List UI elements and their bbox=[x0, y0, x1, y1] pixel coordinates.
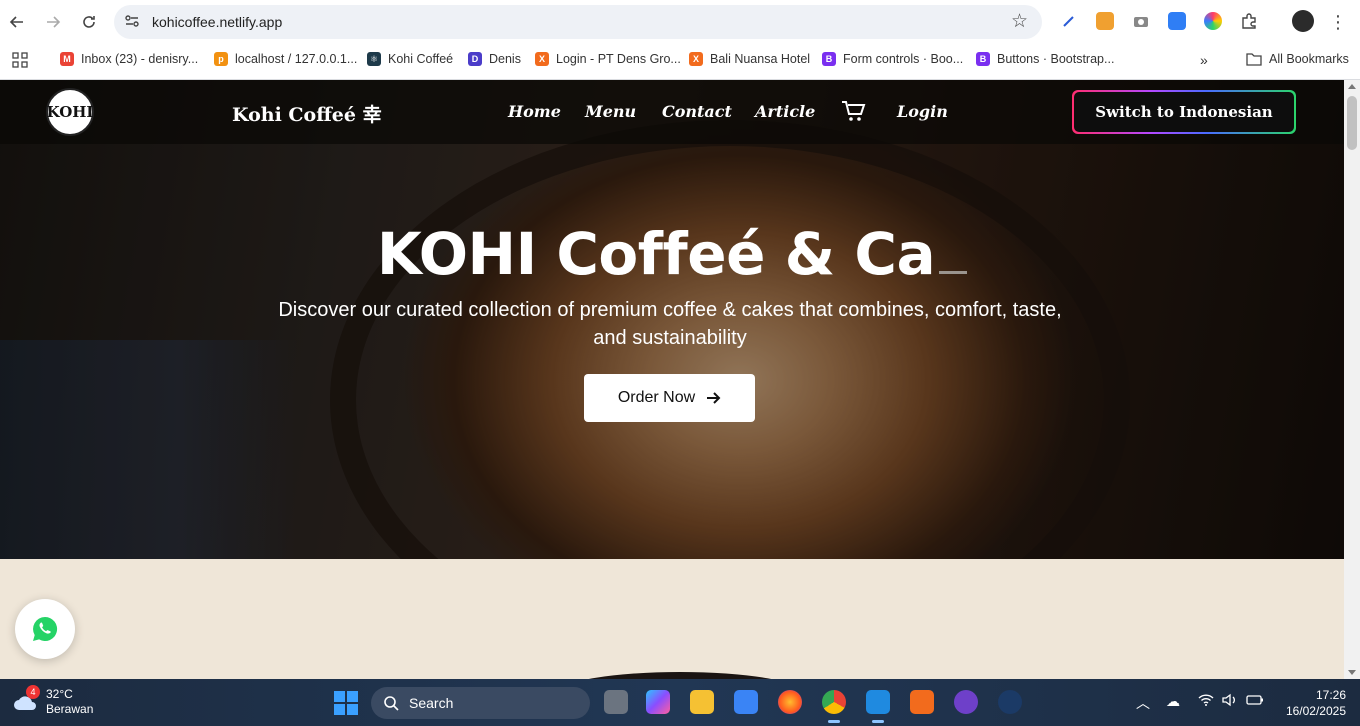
xampp-icon: X bbox=[535, 52, 549, 66]
phpmyadmin-icon: p bbox=[214, 52, 228, 66]
xampp-icon[interactable] bbox=[910, 690, 934, 714]
hero-section: KOHI Kohi Coffeé 幸 Home Menu Contact Art… bbox=[0, 80, 1344, 559]
site-navbar: KOHI Kohi Coffeé 幸 Home Menu Contact Art… bbox=[0, 80, 1344, 144]
hero-title: KOHI Coffeé & Ca bbox=[0, 220, 1344, 288]
temperature: 32°C bbox=[46, 687, 73, 701]
browser-menu-icon[interactable]: ⋮ bbox=[1326, 10, 1350, 34]
weather-widget[interactable]: 4 32°C Berawan bbox=[12, 685, 94, 717]
extensions-puzzle-icon[interactable] bbox=[1240, 12, 1258, 30]
more-bookmarks-icon[interactable]: » bbox=[1200, 52, 1208, 68]
pen-extension-icon[interactable] bbox=[1060, 12, 1078, 30]
react-icon: ⚛ bbox=[367, 52, 381, 66]
apps-grid-icon[interactable] bbox=[12, 52, 28, 68]
bookmark-bali-nuansa[interactable]: X Bali Nuansa Hotel bbox=[689, 52, 810, 66]
battery-icon[interactable] bbox=[1246, 693, 1264, 710]
address-bar[interactable]: kohicoffee.netlify.app ☆ bbox=[114, 5, 1042, 39]
bookmark-login-pt-dens[interactable]: X Login - PT Dens Gro... bbox=[535, 52, 681, 66]
whatsapp-icon bbox=[33, 616, 58, 641]
start-button[interactable] bbox=[334, 691, 358, 715]
wifi-icon[interactable] bbox=[1198, 693, 1214, 710]
taskbar-search[interactable]: Search bbox=[371, 687, 590, 719]
steam-icon[interactable] bbox=[998, 690, 1022, 714]
profile-avatar[interactable] bbox=[1292, 10, 1314, 32]
all-bookmarks[interactable]: All Bookmarks bbox=[1246, 52, 1349, 66]
task-view-icon[interactable] bbox=[604, 690, 628, 714]
xampp-icon: X bbox=[689, 52, 703, 66]
arrow-right-icon bbox=[707, 392, 721, 404]
firefox-icon[interactable] bbox=[778, 690, 802, 714]
site-info-icon[interactable] bbox=[124, 13, 142, 31]
bookmark-kohi-coffee[interactable]: ⚛ Kohi Coffeé bbox=[367, 52, 453, 66]
scrollbar-thumb[interactable] bbox=[1347, 96, 1357, 150]
weather-condition: Berawan bbox=[46, 702, 94, 716]
nav-article[interactable]: Article bbox=[755, 102, 815, 121]
search-icon bbox=[384, 696, 399, 711]
reload-icon[interactable] bbox=[77, 10, 101, 34]
folder-icon bbox=[1246, 53, 1262, 66]
chrome-icon[interactable] bbox=[822, 690, 846, 723]
bookmark-localhost[interactable]: p localhost / 127.0.0.1... bbox=[214, 52, 357, 66]
nav-menu[interactable]: Menu bbox=[585, 102, 636, 121]
show-hidden-icons[interactable]: ︿ bbox=[1136, 693, 1150, 713]
bookmark-denis[interactable]: D Denis bbox=[468, 52, 521, 66]
volume-icon[interactable] bbox=[1222, 693, 1238, 710]
site-logo[interactable]: KOHI bbox=[46, 88, 94, 136]
screen-record-extension-icon[interactable] bbox=[1168, 12, 1186, 30]
url-text[interactable]: kohicoffee.netlify.app bbox=[152, 14, 282, 30]
camera-extension-icon[interactable] bbox=[1132, 12, 1150, 30]
file-explorer-icon[interactable] bbox=[690, 690, 714, 714]
microsoft-store-icon[interactable] bbox=[734, 690, 758, 714]
forward-icon[interactable] bbox=[41, 10, 65, 34]
bootstrap-icon: B bbox=[976, 52, 990, 66]
coffee-cup-image bbox=[560, 672, 800, 679]
order-now-button[interactable]: Order Now bbox=[584, 374, 755, 422]
browser-toolbar: kohicoffee.netlify.app ☆ ⋮ bbox=[0, 0, 1360, 44]
bookmarks-bar: M Inbox (23) - denisry... p localhost / 12… bbox=[0, 44, 1360, 80]
onedrive-icon[interactable]: ☁ bbox=[1166, 693, 1180, 710]
extension-icon[interactable] bbox=[1096, 12, 1114, 30]
notification-badge: 4 bbox=[26, 685, 40, 699]
bookmark-star-icon[interactable]: ☆ bbox=[1011, 10, 1028, 33]
switch-language-button[interactable]: Switch to Indonesian bbox=[1072, 90, 1296, 134]
denis-icon: D bbox=[468, 52, 482, 66]
bookmark-form-controls[interactable]: B Form controls · Boo... bbox=[822, 52, 963, 66]
back-icon[interactable] bbox=[5, 10, 29, 34]
web-page: KOHI Kohi Coffeé 幸 Home Menu Contact Art… bbox=[0, 80, 1344, 679]
bootstrap-icon: B bbox=[822, 52, 836, 66]
whatsapp-button[interactable] bbox=[15, 599, 75, 659]
system-clock[interactable]: 17:26 16/02/2025 bbox=[1276, 687, 1346, 719]
nav-contact[interactable]: Contact bbox=[662, 102, 732, 121]
bookmark-buttons[interactable]: B Buttons · Bootstrap... bbox=[976, 52, 1114, 66]
hero-subtitle: Discover our curated collection of premi… bbox=[278, 299, 1062, 349]
color-picker-extension-icon[interactable] bbox=[1204, 12, 1222, 30]
github-desktop-icon[interactable] bbox=[954, 690, 978, 714]
bookmark-gmail[interactable]: M Inbox (23) - denisry... bbox=[60, 52, 198, 66]
brand-name[interactable]: Kohi Coffeé 幸 bbox=[232, 100, 382, 127]
nav-login[interactable]: Login bbox=[897, 102, 948, 121]
page-scrollbar[interactable] bbox=[1344, 80, 1360, 679]
nav-home[interactable]: Home bbox=[508, 102, 561, 121]
cart-icon[interactable] bbox=[840, 98, 866, 124]
vscode-icon[interactable] bbox=[866, 690, 890, 723]
typing-caret bbox=[939, 271, 968, 274]
scroll-up-icon[interactable] bbox=[1348, 84, 1356, 89]
copilot-icon[interactable] bbox=[646, 690, 670, 714]
windows-taskbar: 4 32°C Berawan Search ︿ ☁ 17:26 16/02/20… bbox=[0, 679, 1360, 726]
scroll-down-icon[interactable] bbox=[1348, 670, 1356, 675]
gmail-icon: M bbox=[60, 52, 74, 66]
